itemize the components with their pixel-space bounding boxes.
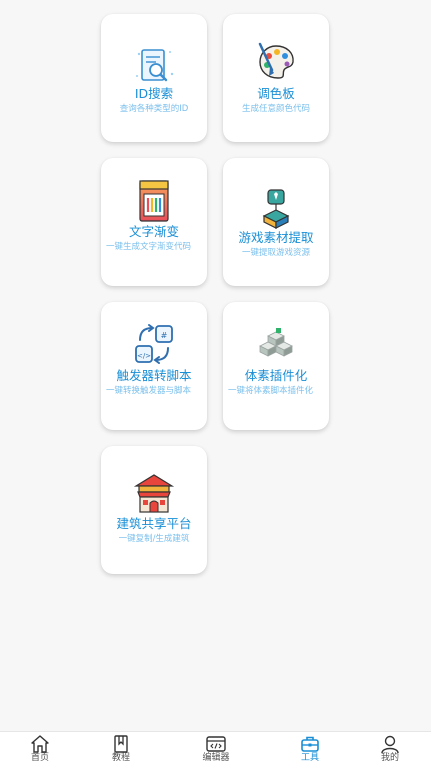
tab-profile[interactable]: 我的 — [360, 732, 420, 767]
tab-label: 我的 — [380, 753, 399, 763]
tab-home[interactable]: 首页 — [10, 732, 70, 767]
tool-card-title: 触发器转脚本 — [116, 368, 192, 383]
user-icon — [381, 735, 399, 754]
tool-card-palette[interactable]: 调色板 生成任意颜色代码 — [223, 14, 329, 142]
svg-text:#: # — [161, 331, 168, 340]
tool-card-title: 体素插件化 — [244, 368, 308, 383]
bookmark-icon — [114, 735, 128, 753]
tool-card-building-share[interactable]: 建筑共享平台 一键复制/生成建筑 — [101, 446, 207, 574]
tab-label: 教程 — [111, 753, 130, 763]
tool-card-title: 文字渐变 — [128, 224, 179, 239]
building-share-icon — [133, 474, 175, 513]
tab-label: 工具 — [300, 753, 319, 763]
code-editor-icon — [206, 736, 226, 752]
tool-card-game-assets[interactable]: 游戏素材提取 一键提取游戏资源 — [223, 158, 329, 286]
game-assets-icon — [262, 189, 290, 229]
tool-card-id-search[interactable]: ID搜索 查询各种类型的ID — [101, 14, 207, 142]
tab-label: 首页 — [30, 753, 49, 763]
tool-card-subtitle: 一键生成文字渐变代码 — [106, 242, 192, 252]
voxel-plugin-icon — [259, 328, 293, 357]
toolbox-icon — [301, 736, 319, 752]
tool-card-trigger-script[interactable]: # </> 触发器转脚本 一键转换触发器与脚本 — [101, 302, 207, 430]
id-search-icon — [136, 49, 174, 82]
tab-label: 编辑器 — [202, 753, 230, 763]
svg-text:</>: </> — [137, 352, 151, 360]
bottom-tab-bar: 首页 教程 编辑器 工具 我的 — [0, 731, 431, 767]
tool-card-voxel-plugin[interactable]: 体素插件化 一键将体素脚本插件化 — [223, 302, 329, 430]
tool-card-subtitle: 一键提取游戏资源 — [241, 248, 310, 258]
tab-tutorial[interactable]: 教程 — [91, 732, 151, 767]
tool-card-title: ID搜索 — [134, 86, 174, 101]
tool-card-subtitle: 查询各种类型的ID — [119, 104, 189, 114]
tool-card-title: 游戏素材提取 — [238, 230, 314, 245]
palette-icon — [258, 42, 294, 79]
gradient-text-icon — [139, 180, 169, 222]
tab-tools[interactable]: 工具 — [280, 732, 340, 767]
tool-card-subtitle: 一键复制/生成建筑 — [118, 534, 190, 544]
tool-card-subtitle: 一键转换触发器与脚本 — [106, 386, 192, 396]
tool-card-title: 建筑共享平台 — [116, 516, 192, 531]
tool-card-title: 调色板 — [257, 86, 295, 101]
tool-card-gradient-text[interactable]: 文字渐变 一键生成文字渐变代码 — [101, 158, 207, 286]
tab-editor[interactable]: 编辑器 — [186, 732, 246, 767]
tool-card-subtitle: 一键将体素脚本插件化 — [228, 386, 314, 396]
trigger-script-icon: # </> — [135, 324, 173, 364]
home-icon — [31, 735, 49, 753]
tool-card-subtitle: 生成任意颜色代码 — [241, 104, 310, 114]
